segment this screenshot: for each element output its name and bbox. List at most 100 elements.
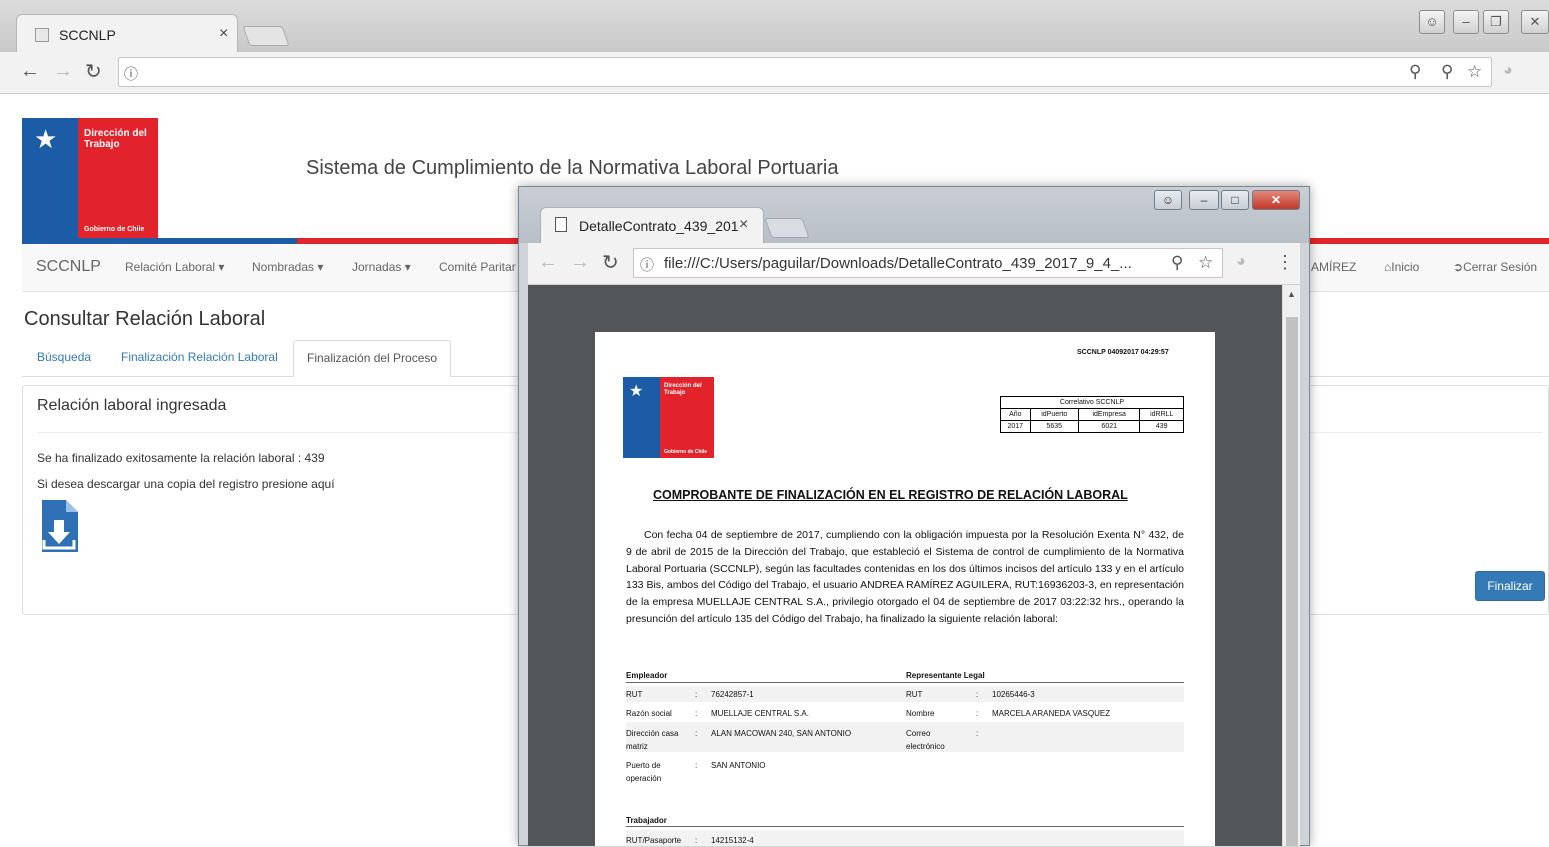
scrollbar-thumb[interactable] [1286,317,1298,846]
coat-of-arms-icon: ★ [629,383,644,400]
back-arrow-icon[interactable]: ← [20,60,40,83]
nav-jornadas[interactable]: Jornadas ▾ [352,260,411,274]
nav-nombradas[interactable]: Nombradas ▾ [252,260,323,274]
field-colon: : [976,729,979,738]
nav-comite-paritario[interactable]: Comité Paritar [439,260,516,274]
table-row [626,830,1184,846]
tab-finalizacion-relacion-laboral[interactable]: Finalización Relación Laboral [121,350,278,364]
address-bar[interactable]: ⓘ ⚲ ⚲ ☆ [118,57,1492,87]
pin-icon[interactable]: ⚲ [1441,62,1453,82]
representante-title: Representante Legal [906,671,985,680]
section-divider [626,826,1184,827]
field-label: RUT [906,690,923,699]
popup-tab-title: DetalleContrato_439_201 [579,218,739,234]
bookmark-star-icon[interactable]: ☆ [1467,62,1482,82]
popup-maximize-button[interactable]: □ [1221,190,1249,210]
popup-address-bar[interactable]: ⓘ file:///C:/Users/paguilar/Downloads/De… [633,248,1223,278]
close-tab-icon[interactable]: × [739,216,748,234]
correlativo-header: idRRLL [1139,408,1184,421]
field-colon: : [695,836,698,845]
pdf-scrollbar[interactable]: ▲ [1282,285,1300,846]
reload-icon[interactable]: ↻ [602,250,619,275]
nav-cerrar-sesion[interactable]: ➲Cerrar Sesión [1453,260,1537,274]
logout-icon: ➲ [1453,260,1464,274]
pdf-logo: ★ Dirección del Trabajo Gobierno de Chil… [623,377,714,458]
correlativo-header: idPuerto [1029,408,1079,421]
field-colon: : [695,761,698,770]
field-colon: : [976,709,979,718]
correlativo-title: Correlativo SCCNLP [1000,396,1184,409]
pdf-logo-text: Dirección del Trabajo [664,383,702,396]
info-icon: ⓘ [640,257,654,273]
extension-icon[interactable]: ◕ [1236,253,1246,271]
empleador-rut: 76242857-1 [711,690,754,699]
scroll-up-icon[interactable]: ▲ [1287,289,1296,299]
popup-new-tab-button[interactable] [764,218,810,238]
table-row [626,722,1184,752]
representante-rut: 10265446-3 [992,690,1035,699]
trabajador-title: Trabajador [626,816,667,825]
download-pdf-icon[interactable] [40,500,80,552]
field-colon: : [695,709,698,718]
correlativo-header: Año [1000,408,1031,421]
empleador-razon-social: MUELLAJE CENTRAL S.A. [711,709,809,718]
zoom-icon[interactable]: ⚲ [1409,62,1421,82]
nav-item-label: Cerrar Sesión [1463,260,1538,274]
field-label: Dirección casa matriz [626,729,679,751]
correlativo-value: 439 [1139,420,1184,433]
new-tab-button[interactable] [242,26,290,46]
success-message-text: Se ha finalizado exitosamente la relació… [37,451,305,465]
nav-item-label: Inicio [1391,260,1420,274]
correlativo-value: 5635 [1029,420,1079,433]
system-title: Sistema de Cumplimiento de la Normativa … [306,157,839,179]
pdf-body-text: Con fecha 04 de septiembre de 2017, cump… [626,529,1184,625]
close-window-button[interactable]: ✕ [1521,10,1549,34]
field-colon: : [976,690,979,699]
nav-user-name[interactable]: AMÍREZ [1311,260,1356,274]
restore-window-button[interactable]: ❐ [1483,10,1509,34]
extension-icon[interactable]: ◕ [1503,62,1513,80]
url-text: file:///C:/Users/paguilar/Downloads/Deta… [664,255,1132,272]
empleador-title: Empleador [626,671,668,680]
tab-busqueda[interactable]: Búsqueda [37,350,91,364]
document-icon [555,217,567,232]
field-colon: : [695,729,698,738]
field-label: RUT/Pasaporte [626,836,682,845]
nav-inicio[interactable]: ⌂Inicio [1384,260,1419,274]
nav-item-label: Jornadas [352,260,402,274]
zoom-icon[interactable]: ⚲ [1171,253,1183,273]
field-label: RUT [626,690,643,699]
correlativo-value: 6021 [1077,420,1141,433]
tab-label: Finalización del Proceso [307,351,438,365]
reload-icon[interactable]: ↻ [85,59,102,84]
browser-tab[interactable]: SCCNLP × [16,14,238,52]
representante-nombre: MARCELA ARANEDA VASQUEZ [992,709,1111,718]
popup-minimize-button[interactable]: – [1189,190,1219,210]
field-colon: : [695,690,698,699]
panel-title: Relación laboral ingresada [37,397,227,414]
tab-finalizacion-del-proceso[interactable]: Finalización del Proceso [293,340,451,377]
pdf-timestamp: SCCNLP 04092017 04:29:57 [1077,349,1169,356]
popup-close-button[interactable]: ✕ [1252,190,1300,210]
minimize-window-button[interactable]: – [1453,10,1479,34]
forward-arrow-icon[interactable]: → [53,60,73,83]
empleador-puerto: SAN ANTONIO [711,761,766,770]
field-label: Nombre [906,709,935,718]
back-arrow-icon[interactable]: ← [538,251,558,274]
popup-browser-tab[interactable]: DetalleContrato_439_201 × [540,207,764,243]
navbar-brand[interactable]: SCCNLP [36,258,101,276]
nav-relacion-laboral[interactable]: Relación Laboral ▾ [125,260,224,274]
popup-user-icon[interactable]: ☺ [1154,190,1182,210]
info-icon[interactable]: ⓘ [124,64,138,84]
logo-subtext: Gobierno de Chile [84,226,145,233]
bookmark-star-icon[interactable]: ☆ [1198,253,1213,273]
finalizar-button[interactable]: Finalizar [1475,571,1545,601]
forward-arrow-icon[interactable]: → [570,251,590,274]
correlativo-value: 2017 [1000,420,1031,433]
menu-kebab-icon[interactable]: ⋮ [1276,252,1294,273]
user-profile-icon[interactable]: ☺ [1419,10,1445,34]
close-tab-icon[interactable]: × [219,25,228,43]
download-message: Si desea descargar una copia del registr… [37,477,335,491]
empleador-direccion: ALAN MACOWAN 240, SAN ANTONIO [711,729,852,738]
section-divider [626,682,1184,683]
